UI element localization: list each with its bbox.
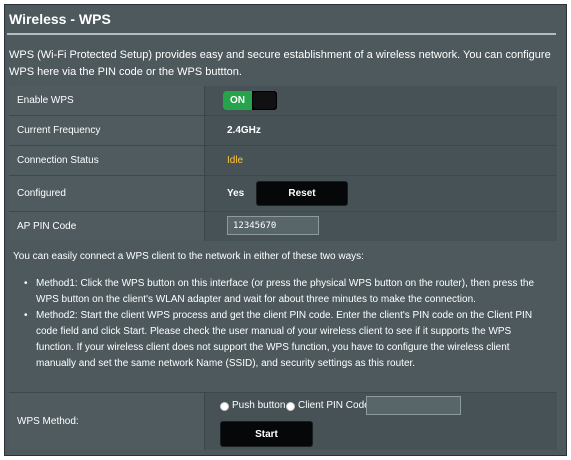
ap-pin-field[interactable]: 12345670 [227, 216, 319, 235]
frequency-value: 2.4GHz [227, 125, 261, 136]
method-1-text: Method1: Click the WPS button on this in… [36, 278, 535, 305]
enable-wps-toggle[interactable]: ON [223, 91, 277, 110]
bullet-icon: • [24, 310, 28, 321]
methods-list: • Method1: Click the WPS button on this … [24, 276, 550, 372]
wps-method-row: WPS Method: Push button Client PIN Code … [9, 393, 557, 450]
enable-wps-label: Enable WPS [9, 86, 205, 115]
page-title: Wireless - WPS [9, 11, 111, 27]
toggle-on-label: ON [223, 91, 252, 110]
ap-pin-label: AP PIN Code [9, 212, 205, 241]
status-row: Connection Status Idle [9, 146, 557, 175]
list-item: • Method1: Click the WPS button on this … [24, 276, 550, 308]
ap-pin-row: AP PIN Code 12345670 [9, 212, 557, 241]
configured-row: Configured Yes Reset [9, 176, 557, 211]
method-2-text: Method2: Start the client WPS process an… [36, 310, 533, 369]
frequency-row: Current Frequency 2.4GHz [9, 116, 557, 145]
enable-wps-row: Enable WPS ON [9, 86, 557, 115]
bullet-icon: • [24, 278, 28, 289]
client-pin-radio[interactable] [286, 402, 295, 411]
configured-label: Configured [9, 176, 205, 211]
status-label: Connection Status [9, 146, 205, 175]
frequency-label: Current Frequency [9, 116, 205, 145]
client-pin-input[interactable] [366, 396, 461, 415]
title-divider [7, 33, 556, 35]
toggle-knob [253, 92, 276, 109]
reset-button[interactable]: Reset [256, 181, 348, 206]
list-item: • Method2: Start the client WPS process … [24, 308, 550, 372]
status-value: Idle [227, 155, 244, 166]
instructions-intro: You can easily connect a WPS client to t… [13, 251, 364, 262]
page-description: WPS (Wi-Fi Protected Setup) provides eas… [9, 49, 551, 78]
configured-value: Yes [227, 188, 245, 199]
push-button-radio[interactable] [220, 402, 229, 411]
push-button-option-label: Push button [232, 400, 286, 411]
start-button[interactable]: Start [220, 421, 313, 447]
wps-method-label: WPS Method: [9, 393, 205, 450]
client-pin-option-label: Client PIN Code [298, 400, 370, 411]
